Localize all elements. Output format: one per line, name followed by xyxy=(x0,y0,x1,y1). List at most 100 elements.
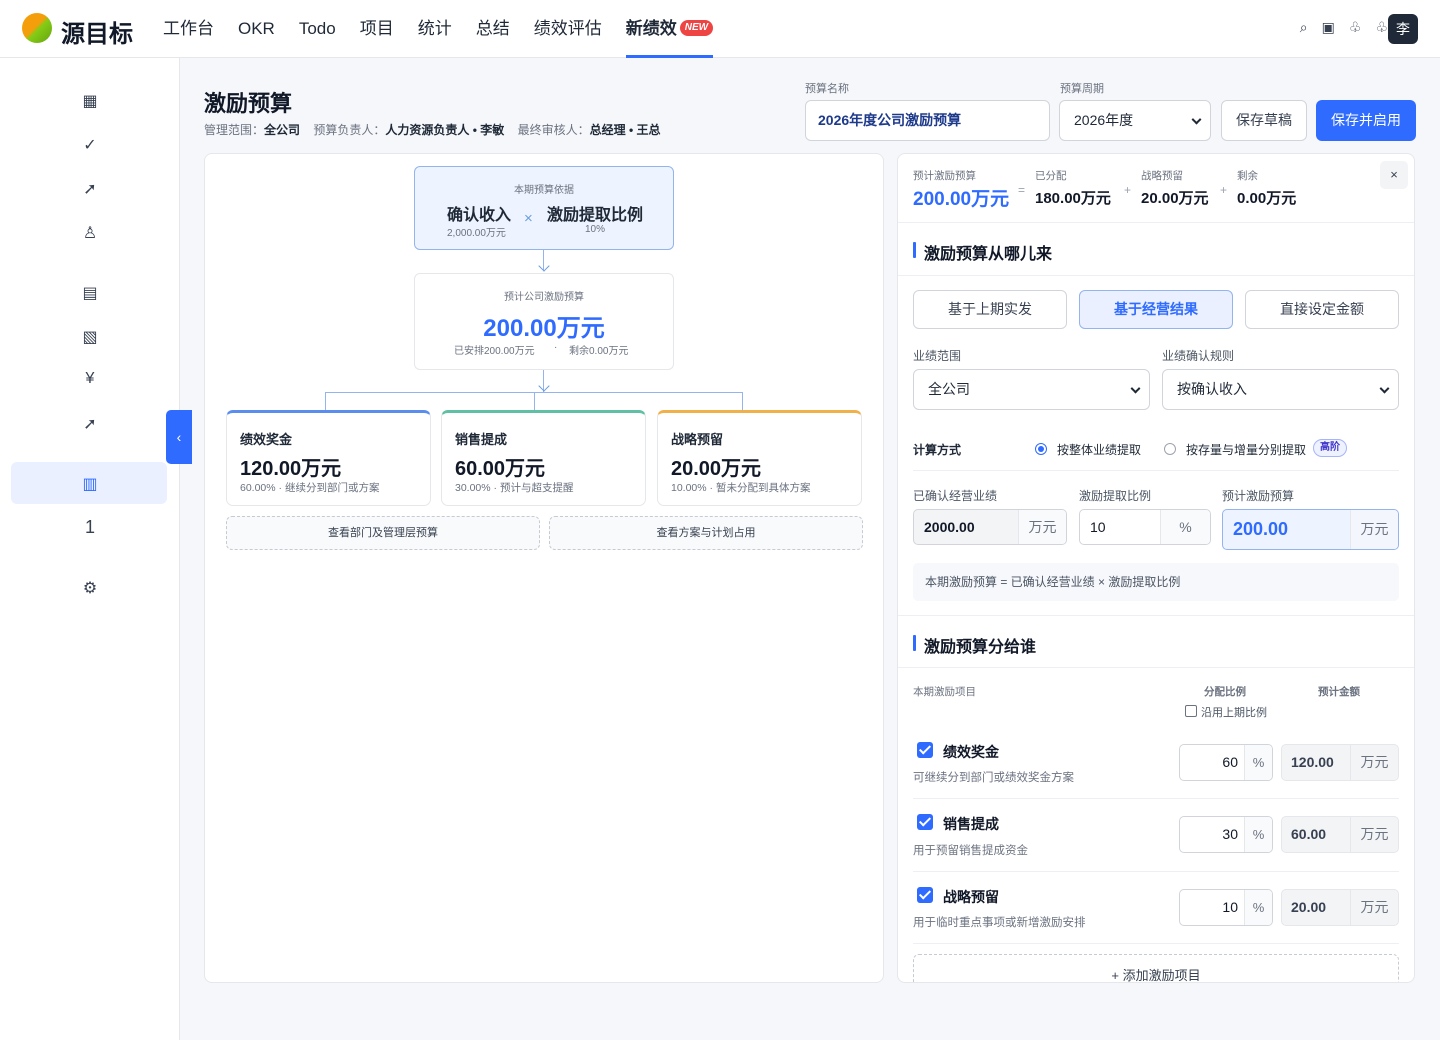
ratio-input[interactable]: 10 % xyxy=(1079,509,1211,545)
divider xyxy=(913,871,1399,872)
summary-remain-label: 剩余 xyxy=(1237,170,1258,182)
estimated-budget-label: 预计激励预算 xyxy=(1222,489,1295,503)
confirm-rule-label: 业绩确认规则 xyxy=(1162,349,1235,363)
allocation-name: 战略预留 xyxy=(671,432,724,447)
allocation-card-performance[interactable]: 绩效奖金 120.00万元 60.00% · 继续分到部门或方案 xyxy=(226,410,431,506)
nav-item-summary[interactable]: 总结 xyxy=(476,0,510,58)
avatar[interactable]: 李 xyxy=(1388,14,1418,44)
view-plan-usage-button[interactable]: 查看方案与计划占用 xyxy=(549,516,863,550)
nav-item-project[interactable]: 项目 xyxy=(360,0,394,58)
item-desc: 用于临时重点事项或新增激励安排 xyxy=(913,917,1086,929)
calc-whole-label[interactable]: 按整体业绩提取 xyxy=(1057,441,1141,458)
close-icon[interactable]: × xyxy=(1380,161,1408,189)
estimated-budget-value: 200.00 xyxy=(1233,519,1289,539)
divider xyxy=(913,943,1399,944)
col-ratio-header: 分配比例 xyxy=(1204,686,1246,698)
budget-formula: 本期激励预算 = 已确认经营业绩 × 激励提取比例 xyxy=(913,563,1399,601)
chevron-down-icon xyxy=(1191,114,1202,125)
list-icon[interactable]: ▤ xyxy=(80,283,100,303)
source-option-last-period[interactable]: 基于上期实发 xyxy=(913,290,1067,329)
nav-item-okr[interactable]: OKR xyxy=(238,0,275,58)
allocation-card-reserve[interactable]: 战略预留 20.00万元 10.00% · 暂未分配到具体方案 xyxy=(657,410,862,506)
follow-last-checkbox[interactable] xyxy=(1185,705,1197,717)
yen-icon[interactable]: ¥ xyxy=(80,370,100,388)
source-option-fixed-amount[interactable]: 直接设定金额 xyxy=(1245,290,1399,329)
item-ratio-input[interactable]: 60% xyxy=(1179,744,1273,781)
ratio-value: 10% xyxy=(585,224,606,235)
plus-sign: + xyxy=(1220,183,1228,197)
report-icon[interactable]: ▧ xyxy=(80,327,100,347)
page-meta: 管理范围：全公司 预算负责人：人力资源负责人 • 李敏 最终审核人：总经理 • … xyxy=(204,121,671,138)
nav-item-new-performance[interactable]: 新绩效 NEW xyxy=(625,0,714,58)
nav-item-stats[interactable]: 统计 xyxy=(418,0,452,58)
income-value: 2,000.00万元 xyxy=(447,228,506,239)
source-option-business-result[interactable]: 基于经营结果 xyxy=(1079,290,1233,329)
one-icon[interactable]: 1 xyxy=(80,517,100,538)
view-dept-budget-button[interactable]: 查看部门及管理层预算 xyxy=(226,516,540,550)
allocation-desc: 10.00% · 暂未分配到具体方案 xyxy=(671,482,811,494)
add-item-clip: + 添加激励项目 xyxy=(898,954,1414,982)
divider xyxy=(898,275,1414,276)
check-icon[interactable]: ✓ xyxy=(80,135,100,155)
allocation-value: 20.00万元 xyxy=(671,458,762,480)
calc-method-label: 计算方式 xyxy=(913,443,962,457)
unit-label: 万元 xyxy=(1350,745,1398,780)
budget-period-label: 预算周期 xyxy=(1060,83,1104,95)
save-draft-button[interactable]: 保存草稿 xyxy=(1221,100,1307,141)
summary-allocated-label: 已分配 xyxy=(1035,170,1067,182)
budget-name-input[interactable]: 2026年度公司激励预算 xyxy=(805,100,1050,141)
equals-sign: = xyxy=(1018,183,1026,197)
perf-amount-value: 2000.00 xyxy=(924,519,975,535)
app-logo-icon[interactable] xyxy=(22,13,52,43)
summary-remain-value: 0.00万元 xyxy=(1237,190,1297,207)
ratio-input-label: 激励提取比例 xyxy=(1079,489,1152,503)
notification-icon[interactable]: ♧ xyxy=(1375,19,1388,36)
growth-icon[interactable]: ➚ xyxy=(80,414,100,434)
confirm-rule-select[interactable]: 按确认收入 xyxy=(1162,369,1399,410)
allocation-card-sales[interactable]: 销售提成 60.00万元 30.00% · 预计与超支提醒 xyxy=(441,410,646,506)
item-checkbox-sales[interactable] xyxy=(917,814,933,830)
item-ratio-input[interactable]: 10% xyxy=(1179,889,1273,926)
save-enable-button[interactable]: 保存并启用 xyxy=(1316,100,1416,141)
times-icon: × xyxy=(524,210,533,227)
summary-total-label: 预计激励预算 xyxy=(913,170,976,182)
ratio-label: 激励提取比例 xyxy=(547,207,644,224)
calc-split-label[interactable]: 按存量与增量分别提取 xyxy=(1186,441,1306,458)
total-budget-node: 预计公司激励预算 200.00万元 已安排200.00万元 · 剩余0.00万元 xyxy=(414,273,674,370)
item-ratio-input[interactable]: 30% xyxy=(1179,816,1273,853)
allocation-value: 60.00万元 xyxy=(455,458,546,480)
scope-value: 全公司 xyxy=(264,123,301,137)
calc-whole-radio[interactable] xyxy=(1035,443,1047,455)
search-icon[interactable]: ⌕ xyxy=(1300,19,1308,36)
app-name[interactable]: 源目标 xyxy=(61,14,133,49)
perf-scope-select[interactable]: 全公司 xyxy=(913,369,1150,410)
sidebar-collapse-button[interactable]: ‹ xyxy=(166,410,192,464)
owner-label: 预算负责人： xyxy=(313,123,386,137)
trend-icon[interactable]: ➚ xyxy=(80,179,100,199)
budget-icon[interactable]: ▥ xyxy=(80,474,100,494)
item-amount-field: 20.00 万元 xyxy=(1281,889,1399,926)
layout-icon[interactable]: ▣ xyxy=(1322,19,1335,36)
item-desc: 可继续分到部门或绩效奖金方案 xyxy=(913,772,1074,784)
budget-period-select[interactable]: 2026年度 xyxy=(1059,100,1211,141)
grid-icon[interactable]: ▦ xyxy=(80,91,100,111)
item-amount-value: 60.00 xyxy=(1291,826,1327,842)
item-checkbox-performance[interactable] xyxy=(917,742,933,758)
add-item-button[interactable]: + 添加激励项目 xyxy=(913,954,1399,982)
allocation-desc: 60.00% · 继续分到部门或方案 xyxy=(240,482,380,494)
item-amount-value: 120.00 xyxy=(1291,754,1334,770)
nav-item-label: 新绩效 xyxy=(625,19,677,38)
calc-split-radio[interactable] xyxy=(1164,443,1176,455)
separator-dot: · xyxy=(554,342,558,353)
follow-last-label[interactable]: 沿用上期比例 xyxy=(1201,704,1267,720)
nav-item-todo[interactable]: Todo xyxy=(299,0,336,58)
nav-item-performance-review[interactable]: 绩效评估 xyxy=(534,0,602,58)
nav-item-workbench[interactable]: 工作台 xyxy=(163,0,214,58)
settings-icon[interactable]: ⚙ xyxy=(80,578,100,598)
total-value: 200.00万元 xyxy=(483,315,605,342)
person-icon[interactable]: ♙ xyxy=(80,223,100,243)
source-section-title: 激励预算从哪儿来 xyxy=(913,240,1052,264)
unit-label: % xyxy=(1244,745,1272,780)
bell-icon[interactable]: ♧ xyxy=(1349,19,1362,36)
item-checkbox-reserve[interactable] xyxy=(917,887,933,903)
